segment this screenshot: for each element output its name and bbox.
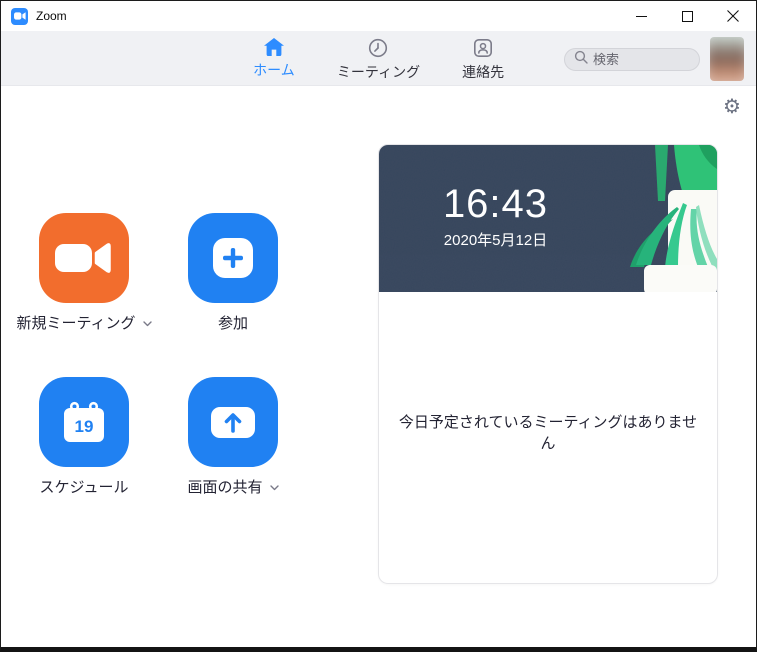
action-share-screen: 画面の共有	[187, 377, 279, 497]
tab-contacts[interactable]: 連絡先	[454, 38, 512, 80]
tab-home[interactable]: ホーム	[245, 38, 303, 80]
clock-date: 2020年5月12日	[443, 232, 548, 249]
action-new-meeting: 新規ミーティング	[16, 213, 152, 333]
share-up-arrow-icon	[211, 406, 255, 438]
schedule-label: スケジュール	[39, 479, 129, 496]
home-icon	[263, 38, 284, 61]
plant-illustration	[630, 145, 717, 292]
zoom-window: Zoom ホーム ミーティング 連絡先 検索 ⚙ 新規ミーティング 参加 19 …	[0, 0, 757, 652]
window-controls	[618, 1, 756, 31]
join-label: 参加	[217, 315, 248, 332]
new-meeting-button[interactable]	[39, 213, 129, 303]
clock-time: 16:43	[442, 182, 549, 226]
close-button[interactable]	[710, 1, 756, 31]
meetings-panel: 16:43 2020年5月12日 今日予定されているミーティングはありません	[378, 144, 718, 584]
contacts-icon	[473, 38, 493, 63]
settings-button[interactable]: ⚙	[720, 95, 744, 119]
gear-icon: ⚙	[723, 96, 741, 118]
titlebar: Zoom	[1, 1, 756, 31]
new-meeting-label: 新規ミーティング	[16, 315, 136, 332]
schedule-button[interactable]: 19	[39, 377, 129, 467]
clock-widget: 16:43 2020年5月12日	[379, 182, 612, 250]
avatar-blurred-photo	[710, 37, 744, 81]
video-camera-icon	[55, 243, 111, 273]
tab-home-label: ホーム	[253, 62, 295, 78]
search-input[interactable]	[593, 52, 690, 67]
no-meetings-message: 今日予定されているミーティングはありません	[398, 413, 698, 452]
chevron-down-icon[interactable]	[269, 485, 279, 491]
action-schedule: 19 スケジュール	[39, 377, 129, 497]
chevron-down-icon[interactable]	[142, 321, 152, 327]
maximize-button[interactable]	[664, 1, 710, 31]
maximize-icon	[681, 10, 693, 22]
tab-meetings-label: ミーティング	[336, 64, 421, 80]
share-screen-label: 画面の共有	[187, 479, 263, 496]
tab-meetings[interactable]: ミーティング	[337, 38, 420, 80]
meetings-panel-body: 今日予定されているミーティングはありません	[379, 292, 717, 583]
minimize-button[interactable]	[618, 1, 664, 31]
avatar[interactable]	[710, 37, 744, 81]
search-icon	[574, 50, 588, 69]
action-join: 参加	[188, 213, 278, 333]
meetings-panel-header: 16:43 2020年5月12日	[379, 145, 717, 292]
search-box[interactable]	[564, 48, 700, 71]
plus-icon	[213, 238, 253, 278]
join-button[interactable]	[188, 213, 278, 303]
tab-contacts-label: 連絡先	[462, 64, 505, 80]
nav-tabs: ホーム ミーティング 連絡先	[245, 38, 512, 80]
close-icon	[727, 10, 739, 22]
main-area: ⚙ 新規ミーティング 参加 19 スケジュール 画面の共有 16:43 2020…	[1, 86, 756, 647]
navbar: ホーム ミーティング 連絡先	[1, 31, 756, 86]
calendar-day: 19	[75, 417, 94, 436]
clock-icon	[368, 38, 388, 63]
window-title: Zoom	[36, 9, 67, 23]
share-screen-button[interactable]	[188, 377, 278, 467]
zoom-logo-icon	[11, 7, 28, 25]
minimize-icon	[635, 15, 647, 17]
calendar-icon: 19	[64, 401, 104, 442]
